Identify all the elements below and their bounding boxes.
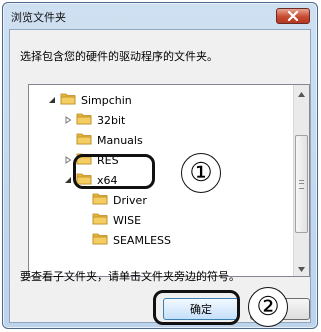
folder-icon — [92, 192, 108, 208]
scroll-grip — [299, 179, 304, 189]
tree-item-label: Manuals — [97, 133, 143, 147]
folder-icon — [76, 132, 92, 148]
expand-arrow-icon[interactable] — [47, 96, 56, 105]
folder-icon — [60, 92, 76, 108]
tree-item-label: Simpchin — [81, 93, 132, 107]
tree-item-seamless[interactable]: SEAMLESS — [79, 231, 171, 249]
expand-arrow-icon[interactable] — [63, 176, 72, 185]
scroll-thumb[interactable] — [295, 135, 308, 233]
tree-item-res[interactable]: RES — [63, 151, 119, 169]
tree-item-x64[interactable]: x64 — [63, 171, 118, 189]
tree-scrollbar[interactable] — [293, 85, 309, 276]
collapse-arrow-icon[interactable] — [63, 116, 72, 125]
scroll-up-button[interactable] — [294, 85, 309, 101]
tree-item-32bit[interactable]: 32bit — [63, 111, 125, 129]
tree-item-manuals[interactable]: Manuals — [63, 131, 143, 149]
scroll-down-button[interactable] — [294, 260, 309, 276]
folder-icon — [76, 112, 92, 128]
folder-icon — [76, 152, 92, 168]
folder-tree[interactable]: Simpchin 32bit Manuals RES x64 Driver WI… — [28, 84, 310, 277]
tree-item-wise[interactable]: WISE — [79, 211, 141, 229]
hint-text: 要查看子文件夹，请单击文件夹旁边的符号。 — [20, 270, 240, 283]
folder-icon — [76, 172, 92, 188]
folder-icon — [92, 232, 108, 248]
tree-item-simpchin[interactable]: Simpchin — [47, 91, 132, 109]
window-title: 浏览文件夹 — [11, 11, 66, 24]
tree-item-driver[interactable]: Driver — [79, 191, 147, 209]
tree-item-label: 32bit — [97, 113, 126, 127]
ok-button[interactable]: 确定 — [163, 298, 239, 320]
callout-number-one: ① — [181, 153, 221, 193]
dialog-client-area: 选择包含您的硬件的驱动程序的文件夹。 Simpchin 32bit Manual… — [9, 29, 311, 323]
tree-item-label: Driver — [113, 193, 147, 207]
tree-item-label: RES — [97, 153, 119, 167]
title-bar[interactable]: 浏览文件夹 — [3, 3, 317, 29]
tree-item-label: x64 — [97, 173, 118, 187]
tree-item-label: SEAMLESS — [113, 233, 171, 247]
instruction-text: 选择包含您的硬件的驱动程序的文件夹。 — [20, 50, 218, 63]
callout-two-text: ② — [256, 292, 280, 322]
scroll-up-icon — [298, 87, 305, 100]
scroll-down-icon — [298, 262, 305, 275]
callout-one-text: ① — [189, 158, 213, 188]
close-button[interactable] — [276, 8, 310, 24]
tree-item-label: WISE — [113, 213, 142, 227]
collapse-arrow-icon[interactable] — [63, 156, 72, 165]
folder-icon — [92, 212, 108, 228]
ok-button-label: 确定 — [190, 303, 212, 316]
callout-number-two: ② — [248, 287, 288, 327]
close-icon — [287, 11, 299, 21]
browse-folder-dialog: 浏览文件夹 选择包含您的硬件的驱动程序的文件夹。 Simpchin 32bit — [2, 2, 318, 329]
